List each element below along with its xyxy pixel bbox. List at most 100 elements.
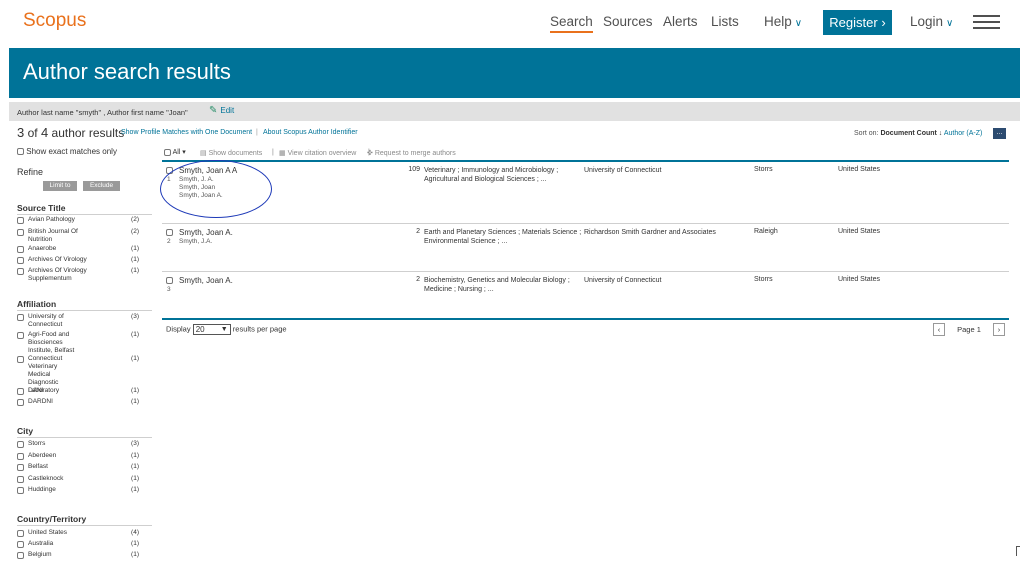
- nav-login[interactable]: Login ∨: [910, 14, 953, 29]
- merge-icon: ✜: [367, 150, 373, 157]
- scopus-logo[interactable]: Scopus: [23, 10, 86, 32]
- nav-search[interactable]: Search: [550, 14, 593, 33]
- separator: |: [272, 149, 274, 156]
- caret-down-icon: ▾: [182, 149, 186, 156]
- nav-lists[interactable]: Lists: [711, 14, 739, 29]
- row-number: 3: [167, 286, 171, 293]
- facet-count: (1): [131, 331, 139, 338]
- nav-help[interactable]: Help ∨: [764, 14, 802, 29]
- facet-checkbox[interactable]: [17, 314, 24, 321]
- facet-count: (1): [131, 540, 139, 547]
- register-button[interactable]: Register ›: [823, 10, 892, 35]
- results-header: 3 of 4 author results Show Profile Match…: [17, 125, 1007, 141]
- merge-authors-action[interactable]: ✜ Request to merge authors: [367, 149, 456, 157]
- document-count[interactable]: 109: [394, 166, 420, 173]
- facet-checkbox[interactable]: [17, 541, 24, 548]
- exact-matches-checkbox[interactable]: [17, 148, 24, 156]
- results-per-page-control: Display 20 ▼ results per page: [166, 324, 287, 335]
- name-variant: Smyth, J.A.: [179, 238, 213, 245]
- refine-heading: Refine: [17, 167, 44, 177]
- facet-checkbox[interactable]: [17, 476, 24, 483]
- document-count[interactable]: 2: [394, 228, 420, 235]
- facet-count: (3): [131, 313, 139, 320]
- author-name-link[interactable]: Smyth, Joan A.: [179, 276, 233, 285]
- sort-label: Sort on:: [854, 130, 879, 137]
- about-author-identifier-link[interactable]: About Scopus Author Identifier: [263, 129, 358, 136]
- row-checkbox[interactable]: [166, 229, 173, 236]
- query-text: Author last name "smyth" , Author first …: [17, 108, 188, 117]
- document-count[interactable]: 2: [394, 276, 420, 283]
- page-indicator: Page 1: [957, 325, 981, 334]
- sort-document-count[interactable]: Document Count ↓: [880, 130, 942, 137]
- divider: [162, 160, 1009, 162]
- facet-checkbox[interactable]: [17, 464, 24, 471]
- facet-label: Huddinge: [28, 486, 56, 493]
- show-profile-matches-link[interactable]: Show Profile Matches with One Document: [121, 129, 252, 136]
- facet-checkbox[interactable]: [17, 453, 24, 460]
- select-all-control[interactable]: All ▾: [164, 148, 186, 156]
- facet-checkbox[interactable]: [17, 388, 24, 395]
- facet-label: DANI: [28, 387, 44, 394]
- nav-login-label: Login: [910, 14, 944, 29]
- select-all-checkbox[interactable]: [164, 148, 171, 156]
- facet-checkbox[interactable]: [17, 552, 24, 559]
- menu-icon[interactable]: [973, 15, 1000, 29]
- sort-author-az[interactable]: Author (A-Z): [944, 130, 983, 137]
- page-banner: Author search results: [9, 48, 1020, 98]
- edit-query-link[interactable]: ✎ Edit: [209, 105, 234, 116]
- pagination: ‹ Page 1 ›: [933, 323, 1005, 336]
- nav-alerts[interactable]: Alerts: [663, 14, 698, 29]
- next-page-button[interactable]: ›: [993, 323, 1005, 336]
- facet-count: (1): [131, 398, 139, 405]
- merge-authors-label: Request to merge authors: [374, 150, 456, 157]
- country: United States: [838, 276, 881, 283]
- query-bar: Author last name "smyth" , Author first …: [9, 102, 1020, 121]
- exclude-button[interactable]: Exclude: [83, 181, 120, 191]
- facet-count: (1): [131, 256, 139, 263]
- facet-checkbox[interactable]: [17, 356, 24, 363]
- show-documents-action[interactable]: ▤ Show documents: [200, 149, 262, 157]
- nav-help-label: Help: [764, 14, 792, 29]
- prev-page-button[interactable]: ‹: [933, 323, 945, 336]
- chevron-down-icon: ∨: [946, 18, 954, 29]
- facet-checkbox[interactable]: [17, 217, 24, 224]
- row-checkbox[interactable]: [166, 277, 173, 284]
- affiliation-heading: Affiliation: [17, 299, 152, 311]
- chevron-down-icon: ∨: [794, 18, 803, 29]
- facet-checkbox[interactable]: [17, 399, 24, 406]
- select-all-label: All: [172, 149, 181, 156]
- facet-checkbox[interactable]: [17, 487, 24, 494]
- author-name-link[interactable]: Smyth, Joan A.: [179, 228, 233, 237]
- country: United States: [838, 228, 881, 235]
- facet-count: (3): [131, 440, 139, 447]
- more-options-button[interactable]: ...: [993, 128, 1006, 139]
- facet-label: United States: [28, 529, 68, 536]
- results-per-page-select[interactable]: 20 ▼: [192, 324, 231, 335]
- facet-label: DARDNI: [28, 398, 53, 405]
- nav-sources[interactable]: Sources: [603, 14, 653, 29]
- facet-checkbox[interactable]: [17, 229, 24, 236]
- exact-matches-option[interactable]: Show exact matches only: [17, 147, 117, 156]
- facet-label: Archives Of Virology Supplementum: [28, 267, 87, 282]
- facet-checkbox[interactable]: [17, 441, 24, 448]
- facet-label: British Journal Of Nutrition: [28, 228, 78, 243]
- pencil-icon: ✎: [209, 105, 218, 116]
- facet-count: (1): [131, 452, 139, 459]
- citation-overview-action[interactable]: ▦ View citation overview: [279, 149, 356, 157]
- results-toolbar: All ▾ ▤ Show documents | ▦ View citation…: [162, 146, 1009, 160]
- facet-checkbox[interactable]: [17, 246, 24, 253]
- chart-icon: ▦: [279, 150, 286, 157]
- facet-checkbox[interactable]: [17, 332, 24, 339]
- documents-icon: ▤: [200, 150, 207, 157]
- facet-label: Castleknock: [28, 475, 64, 482]
- facet-checkbox[interactable]: [17, 530, 24, 537]
- show-documents-label: Show documents: [208, 150, 263, 157]
- limit-to-button[interactable]: Limit to: [43, 181, 77, 191]
- facet-label: Archives Of Virology: [28, 256, 87, 263]
- facet-checkbox[interactable]: [17, 257, 24, 264]
- facet-count: (1): [131, 463, 139, 470]
- result-count-total: 4: [40, 125, 49, 140]
- country: United States: [838, 166, 881, 173]
- facet-label: Belfast: [28, 463, 48, 470]
- facet-checkbox[interactable]: [17, 268, 24, 275]
